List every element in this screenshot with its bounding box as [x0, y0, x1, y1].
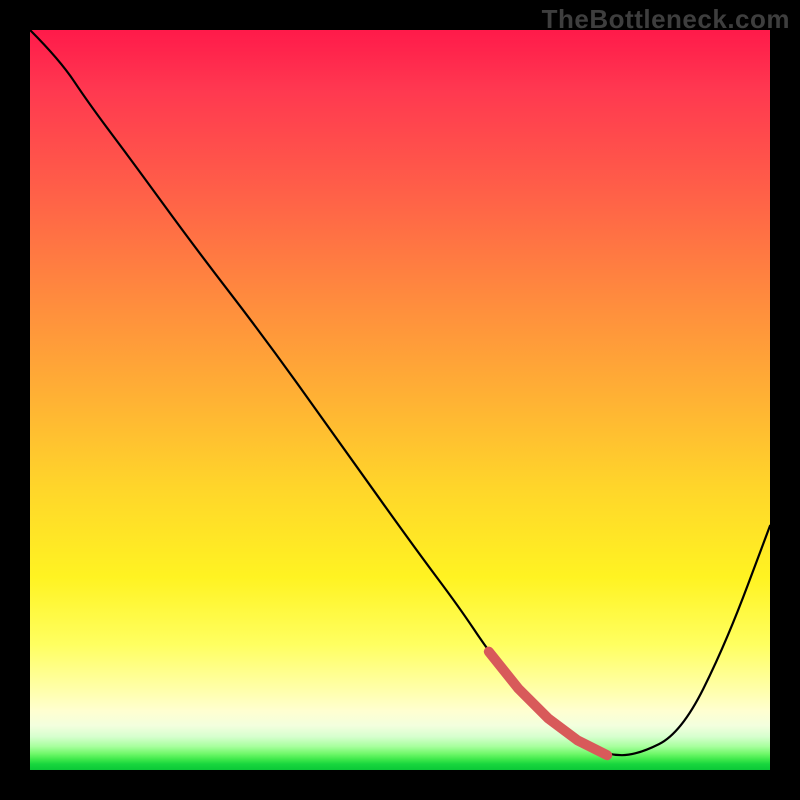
highlight-segment	[489, 652, 607, 756]
plot-area	[30, 30, 770, 770]
bottleneck-curve	[30, 30, 770, 755]
curve-layer	[30, 30, 770, 770]
chart-frame: TheBottleneck.com	[0, 0, 800, 800]
watermark-text: TheBottleneck.com	[542, 4, 790, 35]
